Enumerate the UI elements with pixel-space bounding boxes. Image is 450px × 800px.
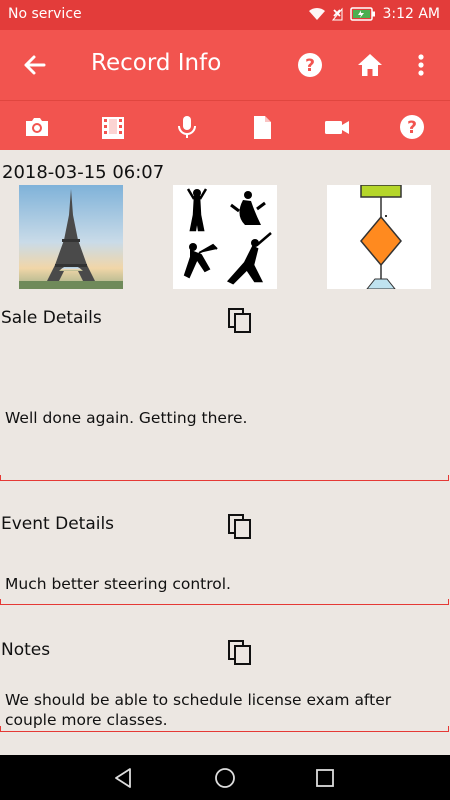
- record-content: 2018-03-15 06:07 Sale Details Well done …: [0, 150, 450, 755]
- copy-event-details-icon[interactable]: [226, 512, 254, 540]
- clock-text: 3:12 AM: [382, 6, 440, 22]
- nav-home-icon[interactable]: [213, 766, 237, 794]
- event-details-title: Event Details: [1, 514, 115, 534]
- document-icon[interactable]: [248, 113, 276, 141]
- copy-sale-details-icon[interactable]: [226, 306, 254, 334]
- event-details-text[interactable]: Much better steering control.: [5, 574, 435, 594]
- copy-notes-icon[interactable]: [226, 638, 254, 666]
- no-signal-icon: [332, 7, 343, 21]
- help-icon[interactable]: ?: [398, 113, 426, 141]
- svg-text:?: ?: [305, 56, 315, 76]
- page-title: Record Info: [91, 50, 222, 76]
- camera-icon[interactable]: [23, 113, 51, 141]
- nav-back-icon[interactable]: [112, 766, 136, 794]
- app-bar: Record Info ?: [0, 30, 450, 100]
- notes-title: Notes: [1, 640, 51, 660]
- more-vert-icon[interactable]: [414, 51, 428, 83]
- image-thumbnail-flowchart[interactable]: [327, 185, 431, 289]
- sale-details-title: Sale Details: [1, 308, 102, 328]
- event-details-field-line: [0, 599, 449, 605]
- help-icon[interactable]: ?: [296, 51, 324, 83]
- notes-text[interactable]: We should be able to schedule license ex…: [5, 690, 425, 730]
- wifi-icon: [309, 7, 326, 20]
- battery-icon: [350, 7, 376, 21]
- svg-text:?: ?: [407, 118, 417, 138]
- sale-details-text[interactable]: Well done again. Getting there.: [5, 408, 435, 428]
- home-icon[interactable]: [356, 51, 384, 83]
- photo-thumbnail-yoga[interactable]: [173, 185, 277, 289]
- back-arrow-icon[interactable]: [18, 50, 52, 80]
- status-icons: 3:12 AM: [308, 6, 440, 22]
- film-icon[interactable]: [99, 113, 127, 141]
- nav-recents-icon[interactable]: [313, 766, 337, 794]
- system-nav-bar: [0, 755, 450, 800]
- photo-thumbnail-tower[interactable]: [19, 185, 123, 289]
- status-bar: No service 3:12 AM: [0, 0, 450, 30]
- carrier-text: No service: [8, 6, 82, 22]
- record-date: 2018-03-15 06:07: [2, 162, 165, 183]
- sale-details-field-line: [0, 475, 449, 481]
- microphone-icon[interactable]: [173, 113, 201, 141]
- notes-field-line: [0, 726, 449, 732]
- media-toolbar: ?: [0, 100, 450, 150]
- video-icon[interactable]: [323, 113, 351, 141]
